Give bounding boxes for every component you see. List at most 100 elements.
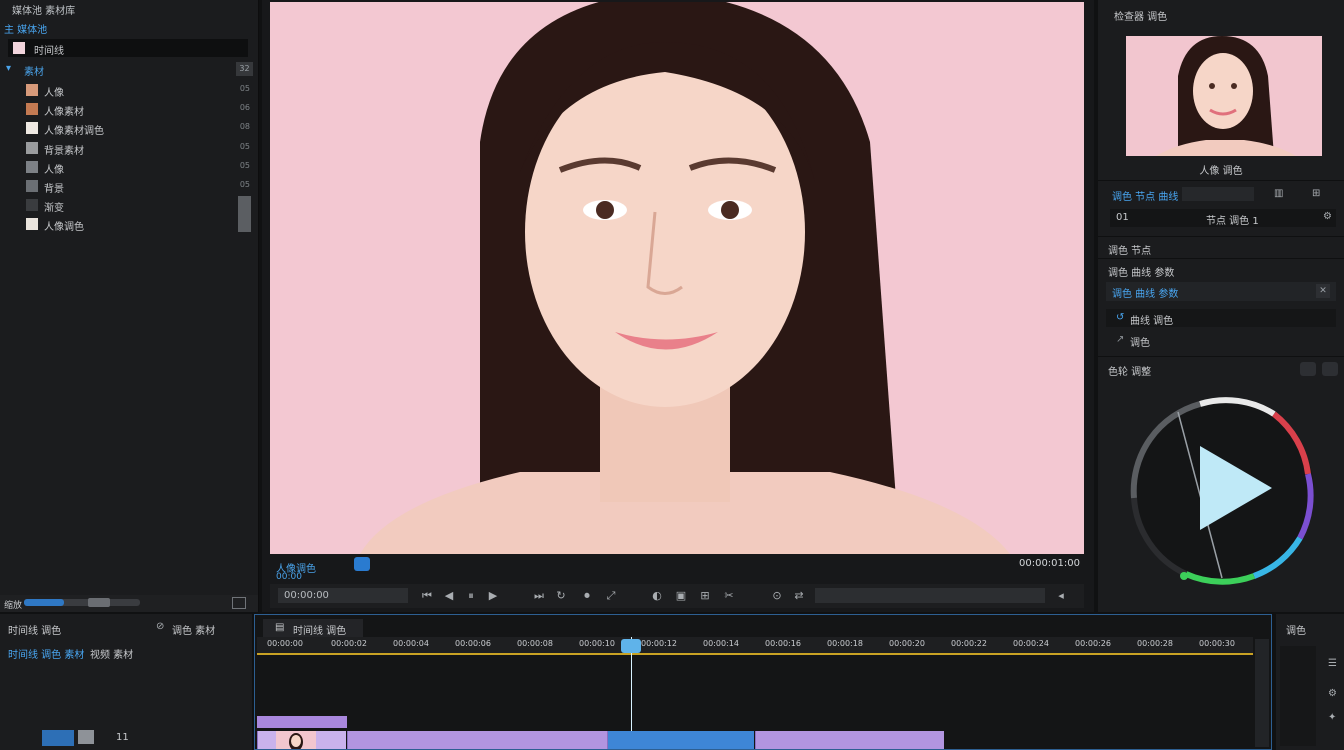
in-out-range: [257, 653, 1253, 655]
video-clip[interactable]: [755, 731, 944, 749]
folder-chevron-icon: ▾: [6, 63, 12, 74]
color-wheel[interactable]: [1122, 388, 1314, 590]
bin-folder[interactable]: ▾ 素材: [6, 63, 44, 78]
selected-parameter-row[interactable]: 调色 曲线 参数 ✕: [1106, 282, 1336, 301]
grid-view-icon[interactable]: ⊞: [1312, 188, 1320, 199]
clip-thumbnail: [26, 218, 38, 230]
viewer-mode-toggle[interactable]: [354, 557, 370, 571]
track-name[interactable]: 时间线 调色 素材: [8, 646, 84, 661]
track-enable-button[interactable]: [42, 730, 74, 746]
clip-thumbnail: [26, 161, 38, 173]
swap-icon[interactable]: ⇄: [792, 589, 806, 603]
media-clip-item[interactable]: 人像调色 03: [26, 216, 250, 233]
thumbnail-zoom-slider[interactable]: [24, 598, 140, 607]
tick-label: 00:00:26: [1075, 639, 1111, 648]
close-icon[interactable]: ✕: [1316, 284, 1330, 298]
track-lock-button[interactable]: [78, 730, 94, 744]
viewer-panel: 人像调色 00:00 00:00:01:00 00:00:00 ⏮ ◀ ⏸ ▶ …: [262, 0, 1094, 612]
play-button-icon[interactable]: ▶: [486, 589, 500, 603]
inspector-header: 检查器 调色: [1114, 12, 1168, 23]
selected-video-clip[interactable]: [607, 731, 754, 749]
tick-label: 00:00:20: [889, 639, 925, 648]
selected-item-label: 时间线: [34, 46, 64, 57]
video-clip[interactable]: [347, 731, 608, 749]
wheel-options-icon[interactable]: [1322, 362, 1338, 376]
tick-label: 00:00:00: [267, 639, 303, 648]
clip-label: 渐变: [44, 203, 64, 214]
media-clip-item[interactable]: 人像素材 06: [26, 101, 250, 118]
layout-icon[interactable]: ▥: [1274, 188, 1283, 199]
step-back-icon[interactable]: ◀: [442, 589, 456, 603]
zoom-slider-fill: [24, 599, 64, 606]
video-clip[interactable]: [257, 731, 346, 749]
curve-row[interactable]: ↺ 曲线 调色: [1106, 309, 1336, 327]
media-clip-item[interactable]: 人像 05: [26, 82, 250, 99]
node-row[interactable]: 01 节点 调色 1 ⚙: [1110, 209, 1336, 227]
media-clip-item[interactable]: 背景 05: [26, 178, 250, 195]
clip-label: 人像: [44, 88, 64, 99]
node-settings-icon[interactable]: ⚙: [1323, 211, 1332, 222]
clip-thumbnail: [26, 142, 38, 154]
reset-wheel-icon[interactable]: [1300, 362, 1316, 376]
timeline-thumbnail: [13, 42, 25, 54]
timecode-field[interactable]: 00:00:00: [278, 588, 408, 603]
settings-icon[interactable]: ⚙: [1328, 688, 1337, 699]
clip-label: 背景: [44, 184, 64, 195]
scrub-bar[interactable]: [815, 588, 1045, 603]
link-icon[interactable]: ⊘: [156, 621, 164, 632]
skip-back-icon[interactable]: ⏮: [420, 589, 434, 603]
cut-icon[interactable]: ✂: [722, 589, 736, 603]
media-pool-tab[interactable]: 主 媒体池: [4, 21, 47, 36]
audio-meter: [1280, 646, 1316, 746]
section-title: 调色 曲线 参数: [1108, 268, 1175, 279]
pause-icon[interactable]: ⏸: [464, 589, 478, 603]
viewer-timecode: 00:00:01:00: [1018, 558, 1080, 569]
clip-meta: 05: [239, 161, 250, 170]
video-preview[interactable]: [270, 2, 1084, 554]
frame-icon[interactable]: ▣: [674, 589, 688, 603]
curve-row-label: 调色: [1130, 338, 1150, 349]
track-counter: 11: [116, 732, 129, 743]
clip-info: 人像调色 00:00: [276, 560, 316, 582]
selected-parameter-label: 调色 曲线 参数: [1112, 289, 1179, 300]
curve-icon: ↺: [1116, 312, 1125, 323]
loop-icon[interactable]: ↻: [554, 589, 568, 603]
grid-icon[interactable]: ⊞: [698, 589, 712, 603]
media-pool-panel: 媒体池 素材库 主 媒体池 时间线 ▾ 素材 32 人像 05 人像素材 06 …: [0, 0, 259, 612]
effects-icon[interactable]: ✦: [1328, 712, 1336, 723]
timeline-scrollbar[interactable]: [1255, 639, 1269, 747]
playhead-handle[interactable]: [621, 639, 641, 653]
contrast-icon[interactable]: ◐: [650, 589, 664, 603]
media-pool-scrollbar[interactable]: [238, 196, 251, 232]
film-icon: ▤: [275, 622, 285, 633]
separator: [1098, 258, 1344, 259]
timecode-field-value: 00:00:00: [284, 590, 329, 601]
fullscreen-icon[interactable]: ⤢: [604, 589, 618, 603]
inspector-tabs[interactable]: 调色 节点 曲线: [1112, 188, 1178, 203]
clip-subtitle: 00:00: [276, 572, 302, 582]
target-icon[interactable]: ⊙: [770, 589, 784, 603]
clip-thumbnail: [26, 84, 38, 96]
skip-forward-icon[interactable]: ⏭: [532, 589, 546, 603]
tick-label: 00:00:28: [1137, 639, 1173, 648]
selected-timeline-item[interactable]: 时间线: [8, 39, 248, 57]
media-pool-title: 媒体池 素材库: [12, 6, 76, 17]
media-clip-item[interactable]: 人像 05: [26, 159, 250, 176]
tick-label: 00:00:08: [517, 639, 553, 648]
list-view-icon[interactable]: [232, 597, 246, 609]
record-icon[interactable]: ⏺: [580, 589, 594, 603]
mixer-icon[interactable]: ☰: [1328, 658, 1337, 669]
audio-clip[interactable]: [257, 716, 347, 728]
clip-meta: 05: [239, 142, 250, 151]
media-clip-item[interactable]: 渐变: [26, 197, 250, 214]
inspector-search-input[interactable]: [1182, 187, 1254, 201]
zoom-slider-knob[interactable]: [88, 598, 110, 607]
media-clip-item[interactable]: 背景素材 05: [26, 140, 250, 157]
curve-row[interactable]: ↗ 调色: [1106, 331, 1336, 349]
timeline-tab[interactable]: ▤ 时间线 调色: [263, 619, 363, 637]
node-index: 01: [1116, 212, 1129, 223]
volume-icon[interactable]: ◂: [1054, 589, 1068, 603]
media-clip-item[interactable]: 人像素材调色 08: [26, 120, 250, 137]
inspector-thumbnail[interactable]: [1126, 36, 1322, 156]
timeline-side-tools: 调色 ☰ ⚙ ✦: [1276, 614, 1344, 750]
